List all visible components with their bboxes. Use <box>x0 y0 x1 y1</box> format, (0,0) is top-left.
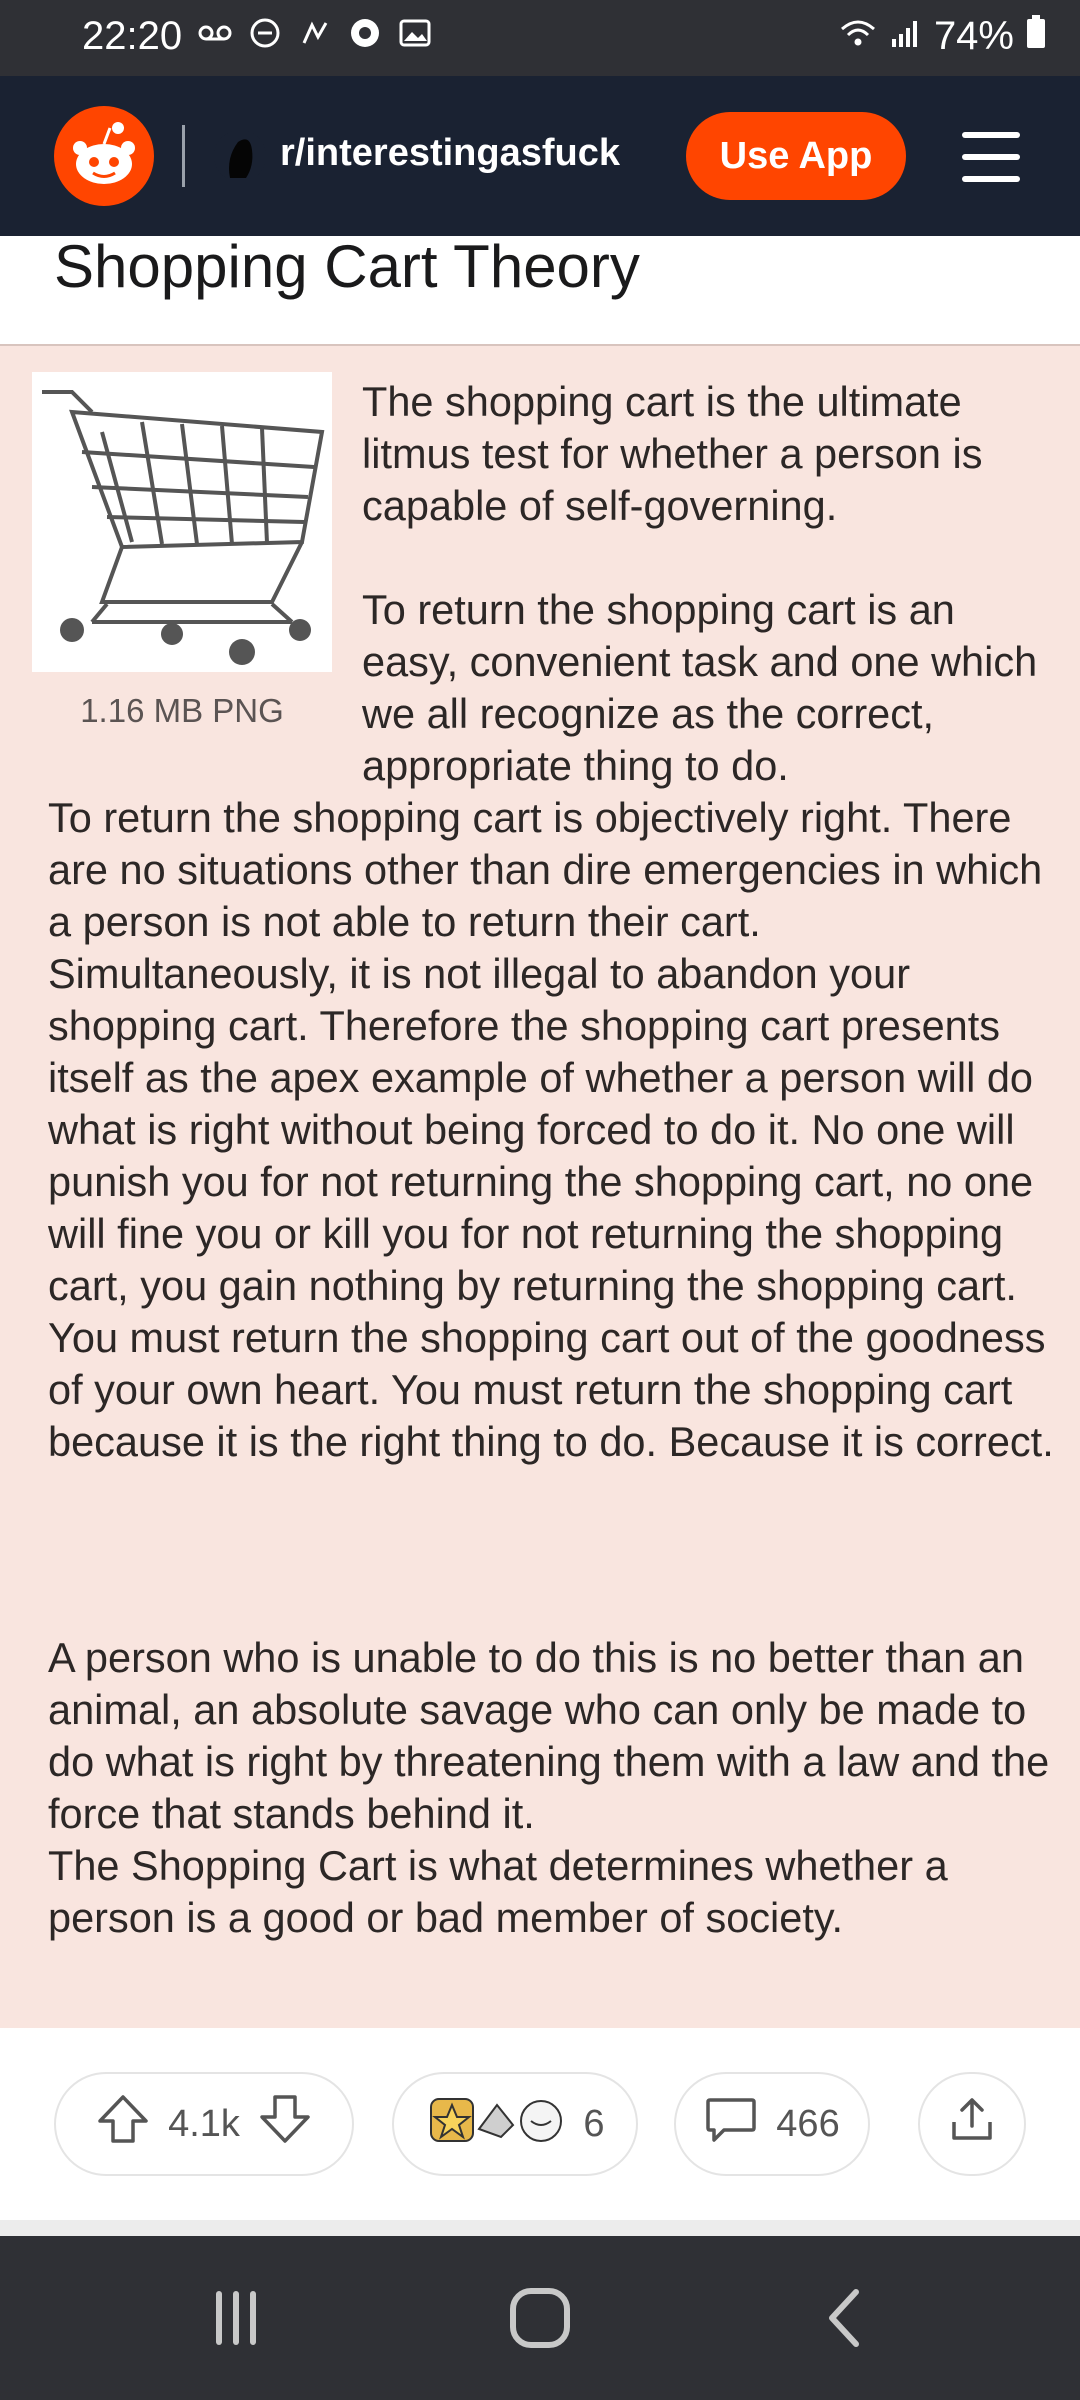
do-not-disturb-icon <box>248 16 282 50</box>
battery-icon <box>1026 14 1046 59</box>
post-action-bar: 4.1k 6 466 <box>0 2028 1080 2220</box>
vote-pill: 4.1k <box>54 2072 354 2176</box>
awards-button[interactable]: 6 <box>392 2072 638 2176</box>
cellular-signal-icon <box>890 14 922 59</box>
battery-percent: 74% <box>933 14 1014 58</box>
back-icon[interactable] <box>744 2236 944 2400</box>
comments-button[interactable]: 466 <box>674 2072 870 2176</box>
paragraph-2a: To return the shopping cart is an easy, … <box>362 586 1038 789</box>
home-icon[interactable] <box>440 2236 640 2400</box>
header-divider <box>182 125 185 187</box>
wifi-icon <box>838 14 878 59</box>
share-button[interactable] <box>918 2072 1026 2176</box>
voicemail-icon <box>198 16 232 50</box>
paragraph-4: The Shopping Cart is what determines whe… <box>48 1842 948 1941</box>
recent-apps-icon[interactable] <box>136 2236 336 2400</box>
awards-count: 6 <box>583 2102 605 2145</box>
upvote-icon[interactable] <box>96 2092 150 2156</box>
status-right: 74% <box>838 14 1046 59</box>
use-app-button[interactable]: Use App <box>686 112 906 200</box>
image-icon <box>398 16 432 50</box>
subreddit-name[interactable]: r/interestingasfuck <box>280 132 620 175</box>
share-icon <box>948 2094 996 2154</box>
award-icons <box>425 2091 565 2157</box>
hamburger-menu-icon[interactable] <box>956 122 1026 192</box>
paragraph-2b: To return the shopping cart is objective… <box>48 794 1054 1465</box>
feed-separator <box>0 2220 1080 2236</box>
comment-icon <box>704 2094 758 2154</box>
post-image[interactable]: 1.16 MB PNG The shopping cart is the ult… <box>0 344 1080 2030</box>
subreddit-avatar[interactable] <box>212 128 268 184</box>
paragraph-3: A person who is unable to do this is no … <box>48 1634 1050 1837</box>
text-block-intro: The shopping cart is the ultimate litmus… <box>362 376 1052 792</box>
comments-count: 466 <box>776 2102 840 2145</box>
post-title[interactable]: Shopping Cart Theory <box>54 232 640 301</box>
vote-count: 4.1k <box>168 2102 240 2145</box>
downvote-icon[interactable] <box>258 2092 312 2156</box>
status-notification-icons <box>198 16 432 50</box>
status-bar: 22:20 74% <box>0 0 1080 76</box>
status-time: 22:20 <box>82 14 183 58</box>
reddit-header: r/interestingasfuck Use App <box>0 76 1080 236</box>
image-file-info: 1.16 MB PNG <box>80 692 284 729</box>
reddit-logo-icon[interactable] <box>54 106 154 206</box>
paragraph-1: The shopping cart is the ultimate litmus… <box>362 378 983 529</box>
system-navigation-bar <box>0 2236 1080 2400</box>
app-notification-icon <box>348 16 382 50</box>
signal-hand-icon <box>298 16 332 50</box>
shopping-cart-image <box>32 372 332 672</box>
